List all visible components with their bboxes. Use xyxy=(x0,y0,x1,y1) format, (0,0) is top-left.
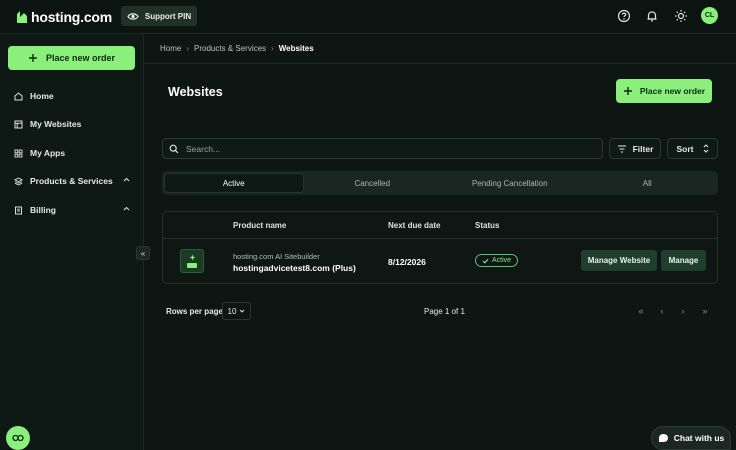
sidebar-item-home[interactable]: Home xyxy=(14,88,130,104)
apps-icon xyxy=(14,149,23,158)
eye-icon xyxy=(127,12,139,21)
next-due-date: 8/12/2026 xyxy=(388,257,426,267)
support-pin-button[interactable]: Support PIN xyxy=(121,6,197,26)
websites-icon xyxy=(14,120,23,129)
manage-website-button[interactable]: Manage Website xyxy=(581,250,657,271)
help-icon[interactable] xyxy=(617,9,631,23)
chat-label: Chat with us xyxy=(673,433,725,443)
bell-icon[interactable] xyxy=(645,9,659,23)
chat-bubble-icon xyxy=(658,433,669,443)
search-input[interactable] xyxy=(186,143,586,154)
column-header-product: Product name xyxy=(233,221,287,230)
sidebar: Place new order Home My Websites My Apps… xyxy=(0,34,144,450)
breadcrumb: Home › Products & Services › Websites xyxy=(144,34,736,64)
top-bar: hosting.com Support PIN CL xyxy=(0,0,736,34)
breadcrumb-current: Websites xyxy=(278,44,314,53)
chevron-up-icon xyxy=(123,206,130,211)
rows-per-page-select[interactable]: 10 xyxy=(222,302,251,320)
product-type: hosting.com AI Sitebuilder xyxy=(233,252,320,261)
home-icon xyxy=(14,91,23,101)
sun-icon[interactable] xyxy=(674,9,688,23)
chevron-up-icon xyxy=(123,177,130,182)
products-icon xyxy=(14,176,23,186)
avatar[interactable]: CL xyxy=(701,7,718,24)
plus-icon xyxy=(28,53,38,63)
sidebar-item-label: My Apps xyxy=(30,148,66,158)
sidebar-order-label: Place new order xyxy=(45,53,116,63)
chevron-right-icon: › xyxy=(186,44,190,53)
check-icon xyxy=(482,258,489,264)
page-info: Page 1 of 1 xyxy=(424,307,465,316)
status-badge: Active xyxy=(475,254,519,267)
manage-button[interactable]: Manage xyxy=(661,250,706,271)
logo[interactable]: hosting.com xyxy=(16,9,112,25)
rows-per-page-label: Rows per page xyxy=(166,307,223,316)
previous-page-button[interactable]: ‹ xyxy=(657,305,667,317)
sitebuilder-thumbnail-icon xyxy=(180,249,204,273)
filter-icon xyxy=(617,144,627,153)
filter-button[interactable]: Filter xyxy=(609,138,661,159)
chevron-down-icon xyxy=(239,309,245,313)
link-icon[interactable] xyxy=(6,426,30,450)
search-box[interactable] xyxy=(162,138,603,159)
first-page-button[interactable]: « xyxy=(636,305,646,317)
page-title: Websites xyxy=(168,85,223,99)
search-icon xyxy=(169,144,179,154)
logo-icon xyxy=(16,10,28,24)
breadcrumb-home[interactable]: Home xyxy=(160,44,181,53)
status-label: Active xyxy=(492,257,512,264)
tab-active[interactable]: Active xyxy=(164,173,304,193)
billing-icon xyxy=(14,206,23,215)
column-header-due-date: Next due date xyxy=(388,221,441,230)
sidebar-place-order-button[interactable]: Place new order xyxy=(8,46,135,70)
support-pin-label: Support PIN xyxy=(144,11,192,21)
sidebar-item-products-services[interactable]: Products & Services xyxy=(14,173,130,189)
rows-per-page-value: 10 xyxy=(227,306,237,316)
place-order-label: Place new order xyxy=(639,86,706,96)
sidebar-item-label: My Websites xyxy=(30,119,82,129)
column-header-status: Status xyxy=(475,221,500,230)
status-tabs: Active Cancelled Pending Cancellation Al… xyxy=(162,171,718,195)
sidebar-item-billing[interactable]: Billing xyxy=(14,202,130,218)
sidebar-item-my-websites[interactable]: My Websites xyxy=(14,116,130,132)
plus-icon xyxy=(623,86,633,96)
sidebar-item-label: Billing xyxy=(30,205,56,215)
place-new-order-button[interactable]: Place new order xyxy=(616,79,712,103)
sidebar-item-label: Products & Services xyxy=(30,176,113,186)
product-name: hostingadvicetest8.com (Plus) xyxy=(233,263,356,273)
logo-text: hosting.com xyxy=(31,9,113,25)
chat-with-us-button[interactable]: Chat with us xyxy=(651,426,731,450)
sort-button[interactable]: Sort xyxy=(667,138,718,159)
row-divider xyxy=(163,238,717,239)
collapse-sidebar-button[interactable]: « xyxy=(136,246,150,260)
chevron-right-icon: › xyxy=(271,44,274,53)
filter-label: Filter xyxy=(632,143,654,154)
tab-all[interactable]: All xyxy=(579,173,717,193)
tab-cancelled[interactable]: Cancelled xyxy=(304,173,442,193)
last-page-button[interactable]: » xyxy=(700,305,710,317)
sidebar-item-label: Home xyxy=(30,91,54,101)
tab-pending-cancellation[interactable]: Pending Cancellation xyxy=(441,173,579,193)
websites-table: Product name Next due date Status hostin… xyxy=(162,211,718,284)
sort-label: Sort xyxy=(676,143,694,154)
breadcrumb-products-services[interactable]: Products & Services xyxy=(194,44,266,53)
sort-chevrons-icon xyxy=(703,144,709,153)
sidebar-item-my-apps[interactable]: My Apps xyxy=(14,145,130,161)
next-page-button[interactable]: › xyxy=(678,305,688,317)
